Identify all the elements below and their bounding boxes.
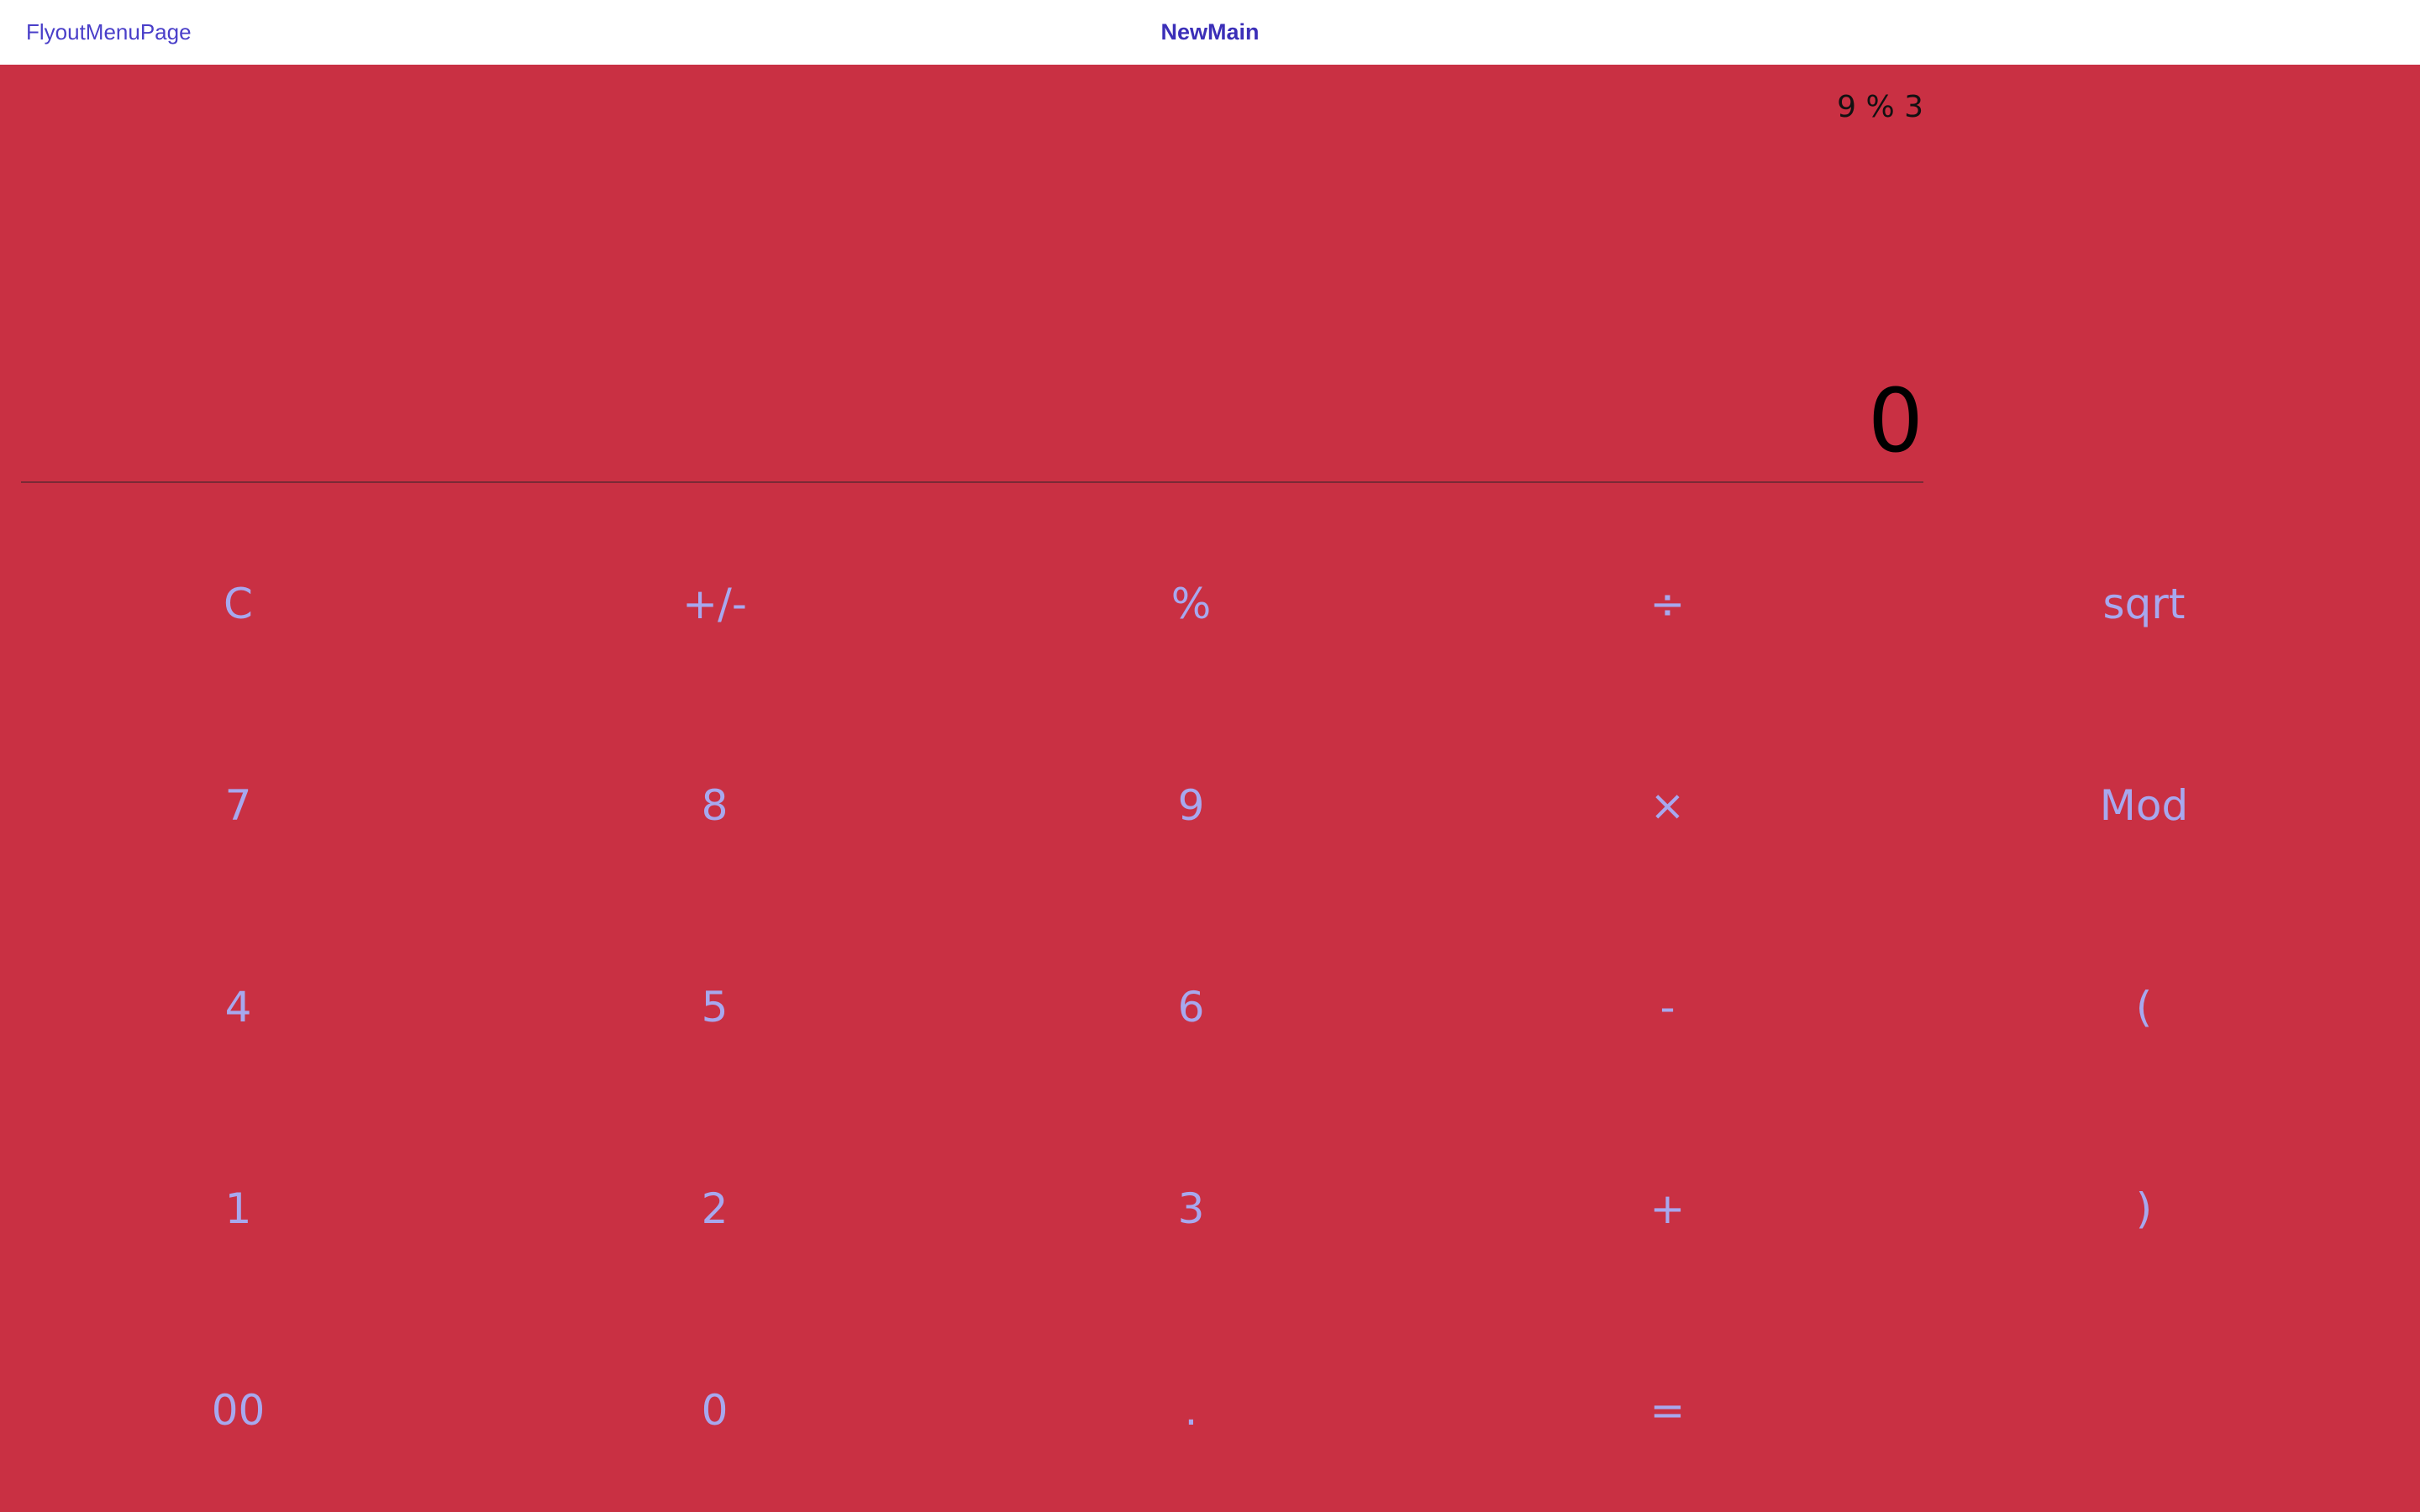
clear-button[interactable]: C [0,503,476,705]
close-paren-button[interactable]: ) [1906,1108,2382,1310]
calculator-page: 9 % 3 0 C +/-% ÷ sqrt 7 8 9 × Mod 4 5 6-(1 2 3 +) 00 0. = [0,65,2420,1512]
sqrt-button[interactable]: sqrt [1906,503,2382,705]
expression-display: 9 % 3 [1837,90,1923,124]
navigation-bar: FlyoutMenuPage NewMain [0,0,2420,65]
digit-2-button[interactable]: 2 [476,1108,953,1310]
keypad: C +/-% ÷ sqrt 7 8 9 × Mod 4 5 6-(1 2 3 +) 00 0. = [0,503,2420,1511]
percent-button[interactable]: % [953,503,1429,705]
mod-button[interactable]: Mod [1906,705,2382,906]
page-title: NewMain [1160,19,1260,45]
multiply-button[interactable]: × [1429,705,1906,906]
add-button[interactable]: + [1429,1108,1906,1310]
double-zero-button[interactable]: 00 [0,1310,476,1511]
decimal-button[interactable]: . [953,1310,1429,1511]
divide-button[interactable]: ÷ [1429,503,1906,705]
digit-6-button[interactable]: 6 [953,906,1429,1108]
digit-1-button[interactable]: 1 [0,1108,476,1310]
digit-4-button[interactable]: 4 [0,906,476,1108]
subtract-button[interactable]: - [1429,906,1906,1108]
digit-9-button[interactable]: 9 [953,705,1429,906]
digit-0-button[interactable]: 0 [476,1310,953,1511]
digit-8-button[interactable]: 8 [476,705,953,906]
digit-5-button[interactable]: 5 [476,906,953,1108]
open-paren-button[interactable]: ( [1906,906,2382,1108]
digit-3-button[interactable]: 3 [953,1108,1429,1310]
display-divider [21,481,1923,483]
digit-7-button[interactable]: 7 [0,705,476,906]
equals-button[interactable]: = [1429,1310,1906,1511]
result-display: 0 [1867,370,1923,472]
negate-button[interactable]: +/- [476,503,953,705]
